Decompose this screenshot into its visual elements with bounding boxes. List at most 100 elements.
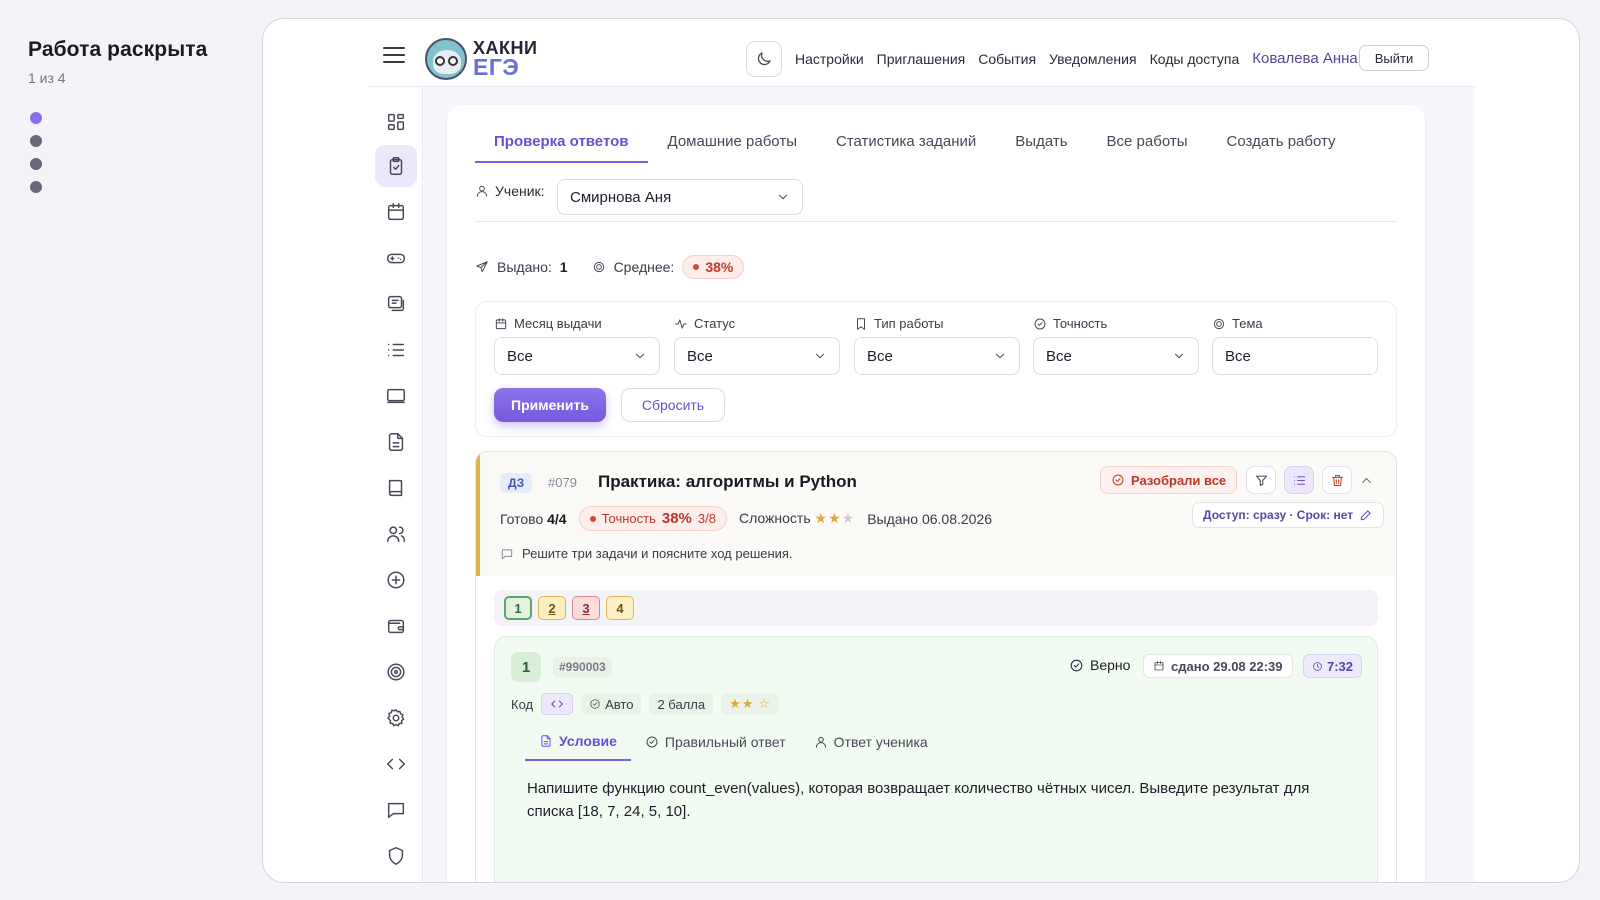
tab-condition-label: Условие — [559, 733, 617, 749]
apply-button[interactable]: Применить — [494, 388, 606, 422]
question-strip: 1 2 3 4 — [494, 590, 1378, 626]
tab-assign[interactable]: Выдать — [996, 133, 1086, 163]
filter-accuracy-label: Точность — [1053, 316, 1108, 331]
filter-status-label: Статус — [694, 316, 736, 331]
filter-topic-label: Тема — [1232, 316, 1263, 331]
tab-correct-answer[interactable]: Правильный ответ — [631, 733, 800, 761]
filter-month-select[interactable]: Все — [494, 337, 660, 375]
browser-frame: ХАКНИ ЕГЭ Настройки Приглашения События … — [262, 18, 1580, 883]
step-dot-3[interactable] — [30, 158, 42, 170]
task-time: 7:32 — [1303, 654, 1363, 678]
trash-icon — [1331, 474, 1343, 486]
filter-type-select[interactable]: Все — [854, 337, 1020, 375]
app: ХАКНИ ЕГЭ Настройки Приглашения События … — [369, 19, 1475, 882]
step-dot-2[interactable] — [30, 135, 42, 147]
wallet-icon[interactable] — [375, 605, 417, 647]
points-chip: 2 балла — [649, 693, 714, 715]
step-dot-4[interactable] — [30, 181, 42, 193]
calendar-icon[interactable] — [375, 191, 417, 233]
tab-create-work[interactable]: Создать работу — [1208, 133, 1355, 163]
tab-all-works[interactable]: Все работы — [1088, 133, 1207, 163]
tab-answer-check[interactable]: Проверка ответов — [475, 133, 648, 163]
student-select[interactable]: Смирнова Аня — [557, 179, 803, 215]
logo-line2: ЕГЭ — [473, 53, 520, 80]
reset-button[interactable]: Сбросить — [621, 388, 725, 422]
logo[interactable]: ХАКНИ ЕГЭ — [425, 38, 537, 80]
tab-homework[interactable]: Домашние работы — [649, 133, 816, 163]
task-status-text: Верно — [1090, 657, 1131, 673]
nav-access-codes[interactable]: Коды доступа — [1150, 51, 1240, 67]
accuracy-value: 38% — [661, 510, 692, 527]
accuracy-label: Точность — [601, 511, 656, 526]
tab-task-stats[interactable]: Статистика заданий — [817, 133, 995, 163]
code-icon[interactable] — [375, 743, 417, 785]
check-circle-icon — [646, 736, 658, 748]
gamepad-icon[interactable] — [375, 237, 417, 279]
clipboard-check-icon[interactable] — [375, 145, 417, 187]
dashboard-icon[interactable] — [375, 101, 417, 143]
task-kind: Код — [511, 696, 534, 712]
filter-button[interactable] — [1246, 466, 1276, 494]
caption-counter: 1 из 4 — [28, 70, 66, 86]
issued-label: Выдано: — [497, 259, 552, 275]
menu-icon[interactable] — [383, 47, 405, 65]
user-name[interactable]: Ковалева Анна — [1252, 50, 1358, 67]
filter-accuracy-value: Все — [1046, 347, 1072, 365]
question-1[interactable]: 1 — [504, 596, 532, 620]
check-circle-icon — [590, 699, 600, 709]
users-icon[interactable] — [375, 513, 417, 555]
reviewed-all-label: Разобрали все — [1131, 472, 1227, 488]
bookmark-icon — [857, 317, 865, 330]
list-view-button[interactable] — [1284, 466, 1314, 494]
plus-circle-icon[interactable] — [375, 559, 417, 601]
filter-topic-input[interactable]: Все — [1212, 337, 1378, 375]
filter-accuracy-select[interactable]: Все — [1033, 337, 1199, 375]
filter-type-label: Тип работы — [874, 316, 944, 331]
top-nav: Настройки Приглашения События Уведомлени… — [795, 50, 1358, 67]
avg-value: 38% — [705, 259, 734, 275]
check-circle-icon — [1112, 474, 1124, 486]
question-4[interactable]: 4 — [606, 596, 634, 620]
question-2[interactable]: 2 — [538, 596, 566, 620]
code-chip[interactable] — [541, 693, 574, 715]
target-icon[interactable] — [375, 651, 417, 693]
nav-events[interactable]: События — [978, 51, 1036, 67]
document-icon[interactable] — [375, 421, 417, 463]
filter-status-select[interactable]: Все — [674, 337, 840, 375]
nav-invitations[interactable]: Приглашения — [877, 51, 966, 67]
ready-label: Готово — [500, 510, 544, 527]
nav-settings[interactable]: Настройки — [795, 51, 864, 67]
code-icon — [551, 700, 563, 708]
difficulty-label: Сложность — [738, 510, 811, 526]
work-card: ДЗ #079 Практика: алгоритмы и Python Раз… — [475, 451, 1397, 882]
chat-list-icon[interactable] — [375, 283, 417, 325]
book-icon[interactable] — [375, 467, 417, 509]
logout-button[interactable]: Выйти — [1359, 45, 1429, 71]
clock-icon — [1313, 661, 1322, 671]
list-icon[interactable] — [375, 329, 417, 371]
filter-month: Месяц выдачи Все — [494, 316, 660, 375]
question-3[interactable]: 3 — [572, 596, 600, 620]
delete-button[interactable] — [1322, 466, 1352, 494]
gear-icon[interactable] — [375, 697, 417, 739]
reviewed-all-button[interactable]: Разобрали все — [1100, 466, 1238, 494]
work-type-tag: ДЗ — [500, 473, 533, 493]
monitor-icon[interactable] — [375, 375, 417, 417]
task-text: Напишите функцию count_even(values), кот… — [527, 780, 1310, 820]
filter-type-value: Все — [867, 347, 893, 365]
task-id: #990003 — [553, 657, 612, 677]
list-icon — [1293, 475, 1305, 485]
step-dot-1[interactable] — [30, 112, 42, 124]
nav-notifications[interactable]: Уведомления — [1049, 51, 1137, 67]
access-badge[interactable]: Доступ: сразу · Срок: нет — [1192, 502, 1385, 528]
chevron-down-icon — [636, 353, 644, 359]
user-icon — [815, 736, 826, 748]
filter-topic-value: Все — [1225, 347, 1251, 365]
tab-condition[interactable]: Условие — [525, 733, 631, 761]
theme-toggle-button[interactable] — [746, 41, 782, 77]
tab-student-answer[interactable]: Ответ ученика — [800, 733, 942, 761]
step-dots — [28, 112, 248, 193]
shield-icon[interactable] — [375, 835, 417, 877]
message-icon[interactable] — [375, 789, 417, 831]
collapse-button[interactable] — [1356, 466, 1376, 494]
